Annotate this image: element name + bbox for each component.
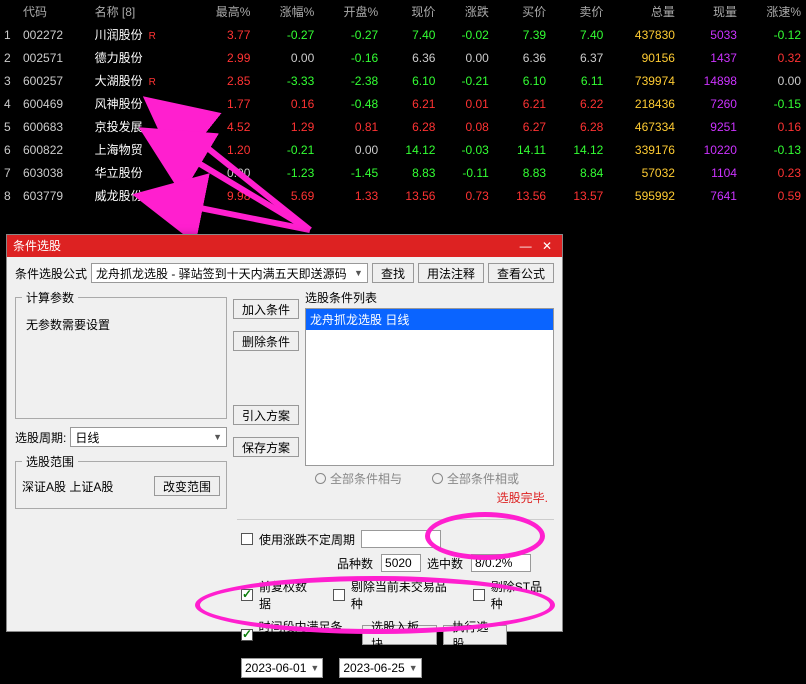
- period-combo[interactable]: 日线 ▼: [70, 427, 227, 447]
- scope-fieldset: 选股范围 深证A股 上证A股 改变范围: [15, 453, 227, 509]
- usage-button[interactable]: 用法注释: [418, 263, 484, 283]
- col-header[interactable]: 涨跌: [440, 0, 493, 23]
- col-header[interactable]: 卖价: [551, 0, 608, 23]
- stock-filter-dialog: 条件选股 — ✕ 条件选股公式 龙舟抓龙选股 - 驿站签到十天内满五天即送源码 …: [6, 234, 563, 632]
- col-header[interactable]: 最高%: [192, 0, 256, 23]
- minimize-icon[interactable]: —: [517, 235, 535, 257]
- view-formula-button[interactable]: 查看公式: [488, 263, 554, 283]
- status-text: 选股完毕.: [305, 487, 554, 506]
- radio-and[interactable]: 全部条件相与: [315, 470, 402, 487]
- st-label: 剔除ST品种: [491, 578, 554, 612]
- formula-combo[interactable]: 龙舟抓龙选股 - 驿站签到十天内满五天即送源码 ▼: [91, 263, 368, 283]
- time-label: 时间段内满足条件: [259, 618, 351, 652]
- stock-row[interactable]: 6 600822 上海物贸 1.20 -0.21 0.00 14.12 -0.0…: [0, 138, 806, 161]
- formula-label: 条件选股公式: [15, 265, 87, 282]
- stock-row[interactable]: 3 600257 大湖股份R 2.85 -3.33 -2.38 6.10 -0.…: [0, 69, 806, 92]
- scope-text: 深证A股 上证A股: [22, 478, 150, 495]
- date-to[interactable]: 2023-06-25▼: [339, 658, 421, 678]
- execute-button[interactable]: 执行选股: [443, 625, 507, 645]
- time-checkbox[interactable]: [241, 629, 253, 641]
- excl-label: 剔除当前未交易品种: [351, 578, 459, 612]
- import-plan-button[interactable]: 引入方案: [233, 405, 299, 425]
- col-header[interactable]: 总量: [608, 0, 680, 23]
- delete-condition-button[interactable]: 删除条件: [233, 331, 299, 351]
- stock-row[interactable]: 2 002571 德力股份 2.99 0.00 -0.16 6.36 0.00 …: [0, 46, 806, 69]
- dialog-titlebar[interactable]: 条件选股 — ✕: [7, 235, 562, 257]
- chevron-down-icon: ▼: [310, 663, 319, 673]
- dialog-title: 条件选股: [13, 235, 61, 257]
- variety-value: 5020: [381, 554, 421, 572]
- add-condition-button[interactable]: 加入条件: [233, 299, 299, 319]
- period-input[interactable]: [361, 530, 441, 548]
- use-period-checkbox[interactable]: [241, 533, 253, 545]
- stock-row[interactable]: 4 600469 风神股份R 1.77 0.16 -0.48 6.21 0.01…: [0, 92, 806, 115]
- formula-value: 龙舟抓龙选股 - 驿站签到十天内满五天即送源码: [96, 265, 347, 282]
- variety-label: 品种数: [337, 555, 373, 572]
- stock-row[interactable]: 1 002272 川润股份R 3.77 -0.27 -0.27 7.40 -0.…: [0, 23, 806, 46]
- radio-or[interactable]: 全部条件相或: [432, 470, 519, 487]
- change-scope-button[interactable]: 改变范围: [154, 476, 220, 496]
- period-value: 日线: [75, 429, 99, 446]
- hit-label: 选中数: [427, 555, 463, 572]
- fq-label: 前复权数据: [259, 578, 319, 612]
- col-header[interactable]: 现量: [680, 0, 742, 23]
- chevron-down-icon: ▼: [213, 432, 222, 442]
- cond-list-label: 选股条件列表: [305, 289, 554, 306]
- col-header[interactable]: 现价: [383, 0, 440, 23]
- col-header[interactable]: 名称 [8]: [90, 0, 192, 23]
- period-label: 选股周期:: [15, 429, 66, 446]
- col-header[interactable]: 涨速%: [742, 0, 806, 23]
- col-header[interactable]: 涨幅%: [255, 0, 319, 23]
- hit-value: 8/0.2%: [471, 554, 531, 572]
- date-sep: -: [329, 661, 333, 675]
- use-period-label: 使用涨跌不定周期: [259, 531, 355, 548]
- date-from[interactable]: 2023-06-01▼: [241, 658, 323, 678]
- close-icon[interactable]: ✕: [538, 235, 556, 257]
- stock-row[interactable]: 5 600683 京投发展 4.52 1.29 0.81 6.28 0.08 6…: [0, 115, 806, 138]
- excl-checkbox[interactable]: [333, 589, 345, 601]
- params-fieldset: 计算参数 无参数需要设置: [15, 289, 227, 419]
- condition-item[interactable]: 龙舟抓龙选股 日线: [306, 309, 553, 330]
- stock-table: 代码名称 [8]最高%涨幅%开盘%现价涨跌买价卖价总量现量涨速% 1 00227…: [0, 0, 806, 207]
- chevron-down-icon: ▼: [409, 663, 418, 673]
- col-header[interactable]: 代码: [18, 0, 90, 23]
- scope-legend: 选股范围: [22, 453, 78, 470]
- st-checkbox[interactable]: [473, 589, 485, 601]
- params-text: 无参数需要设置: [22, 312, 220, 337]
- params-legend: 计算参数: [22, 289, 78, 306]
- save-plan-button[interactable]: 保存方案: [233, 437, 299, 457]
- find-button[interactable]: 查找: [372, 263, 414, 283]
- stock-row[interactable]: 8 603779 威龙股份 9.98 5.69 1.33 13.56 0.73 …: [0, 184, 806, 207]
- fq-checkbox[interactable]: [241, 589, 253, 601]
- condition-list[interactable]: 龙舟抓龙选股 日线: [305, 308, 554, 466]
- stock-row[interactable]: 7 603038 华立股份 0.00 -1.23 -1.45 8.83 -0.1…: [0, 161, 806, 184]
- col-header[interactable]: 开盘%: [319, 0, 383, 23]
- chevron-down-icon: ▼: [354, 268, 363, 278]
- col-header[interactable]: 买价: [494, 0, 551, 23]
- to-block-button[interactable]: 选股入板块: [362, 625, 437, 645]
